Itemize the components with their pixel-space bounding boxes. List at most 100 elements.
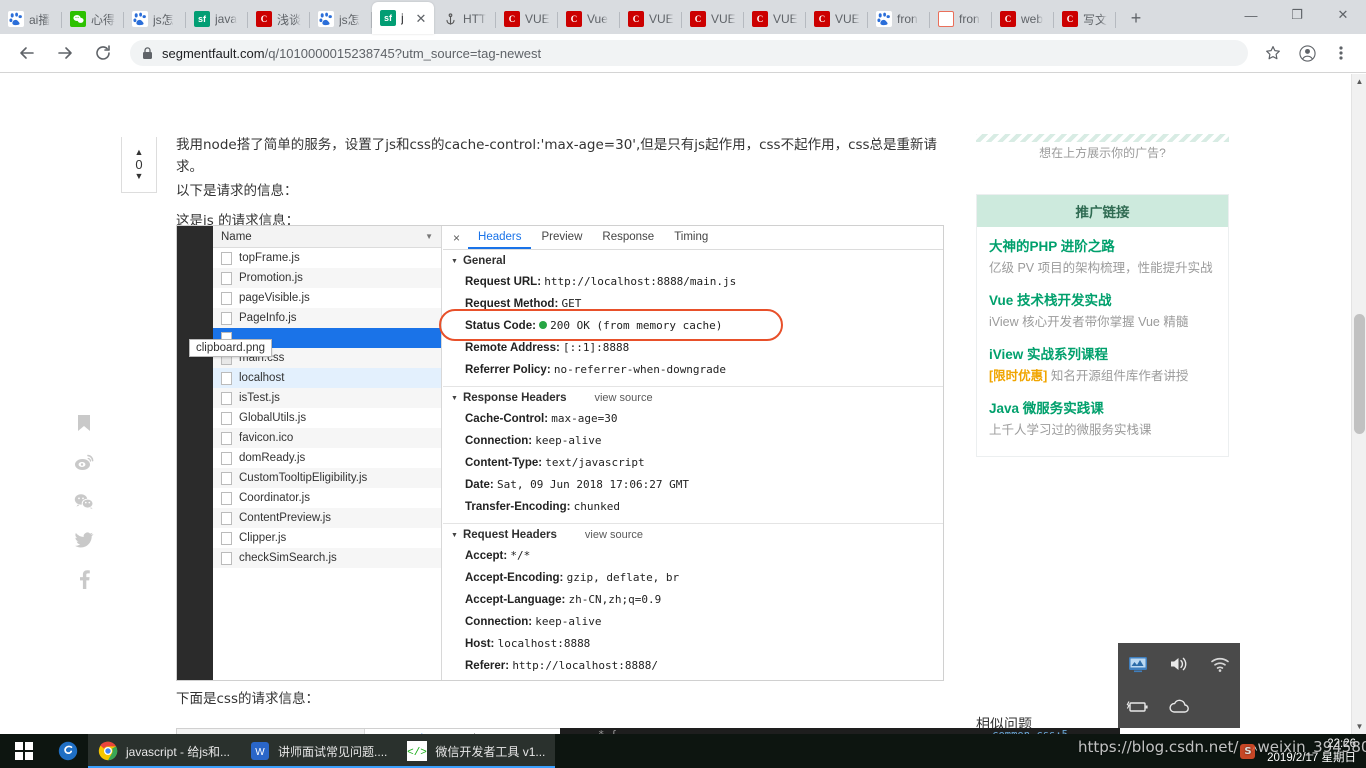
close-detail-icon[interactable]: × — [447, 226, 466, 249]
network-file-row[interactable]: checkSimSearch.js — [213, 548, 441, 568]
network-file-row[interactable]: localhost — [213, 368, 441, 388]
reload-button[interactable] — [89, 39, 117, 67]
browser-tab-label: web — [1021, 12, 1043, 26]
network-file-row[interactable]: isTest.js — [213, 388, 441, 408]
onedrive-icon[interactable] — [1168, 699, 1190, 714]
browser-tab-label: 心得 — [91, 11, 115, 28]
taskbar-item-label: 讲师面试常见问题.... — [278, 743, 387, 760]
view-source-link[interactable]: view source — [585, 529, 643, 541]
browser-tab-15[interactable]: 简fron✕ — [930, 4, 992, 34]
network-file-row[interactable]: PageInfo.js — [213, 308, 441, 328]
tab-close-icon[interactable]: ✕ — [414, 11, 428, 25]
promo-item[interactable]: Vue 技术栈开发实战iView 核心开发者带你掌握 Vue 精髓 — [989, 291, 1216, 332]
header-row: Cache-Control: max-age=30 — [443, 408, 943, 430]
maximize-button[interactable]: ❐ — [1274, 0, 1320, 30]
section-header[interactable]: ▼Response Headersview source — [443, 387, 943, 408]
network-file-name: PageInfo.js — [239, 312, 297, 324]
scrollbar-thumb[interactable] — [1354, 314, 1365, 434]
vote-down-icon[interactable]: ▼ — [135, 172, 144, 181]
start-button[interactable] — [0, 734, 48, 768]
back-button[interactable] — [13, 39, 41, 67]
browser-tab-13[interactable]: CVUE✕ — [806, 4, 868, 34]
wifi-icon[interactable] — [1210, 656, 1230, 673]
network-file-row[interactable]: Coordinator.js — [213, 488, 441, 508]
weibo-icon[interactable] — [74, 454, 94, 471]
bookmark-icon[interactable] — [77, 414, 91, 432]
name-column-header[interactable]: Name ▼ — [213, 226, 441, 248]
devtools-tab-response[interactable]: Response — [592, 226, 664, 249]
browser-tab-8[interactable]: CVUE✕ — [496, 4, 558, 34]
network-file-row[interactable]: GlobalUtils.js — [213, 408, 441, 428]
browser-tab-9[interactable]: CVue✕ — [558, 4, 620, 34]
section-header[interactable]: ▼General — [443, 250, 943, 271]
bookmark-star-icon[interactable] — [1259, 39, 1287, 67]
network-file-row[interactable]: CustomTooltipEligibility.js — [213, 468, 441, 488]
collapse-caret-icon[interactable]: ▼ — [451, 395, 458, 402]
header-row: Request URL: http://localhost:8888/main.… — [443, 271, 943, 293]
browser-tab-7[interactable]: HTT✕ — [434, 4, 496, 34]
promo-item[interactable]: iView 实战系列课程[限时优惠] 知名开源组件库作者讲授 — [989, 345, 1216, 386]
browser-tab-3[interactable]: sfjava✕ — [186, 4, 248, 34]
address-bar[interactable]: segmentfault.com/q/1010000015238745?utm_… — [130, 40, 1248, 66]
collapse-caret-icon[interactable]: ▼ — [451, 258, 458, 265]
promo-item-title[interactable]: 大神的PHP 进阶之路 — [989, 237, 1216, 257]
promo-item[interactable]: Java 微服务实践课上千人学习过的微服务实栈课 — [989, 399, 1216, 440]
section-header[interactable]: ▼Request Headersview source — [443, 524, 943, 545]
sort-caret-icon[interactable]: ▼ — [425, 232, 433, 241]
network-file-row[interactable]: ContentPreview.js — [213, 508, 441, 528]
promo-item-title[interactable]: Vue 技术栈开发实战 — [989, 291, 1216, 311]
facebook-icon[interactable] — [79, 570, 90, 589]
promo-links-card: 推广链接 大神的PHP 进阶之路亿级 PV 项目的架构梳理，性能提升实战Vue … — [976, 194, 1229, 457]
scroll-up-arrow-icon[interactable]: ▲ — [1352, 74, 1366, 89]
browser-tab-6[interactable]: sfj✕ — [372, 2, 434, 34]
menu-icon[interactable] — [1327, 39, 1355, 67]
browser-tab-0[interactable]: ai播✕ — [0, 4, 62, 34]
browser-tab-14[interactable]: fron✕ — [868, 4, 930, 34]
new-tab-button[interactable]: + — [1122, 4, 1150, 32]
forward-button[interactable] — [51, 39, 79, 67]
browser-tab-5[interactable]: js怎✕ — [310, 4, 372, 34]
devtools-tab-headers[interactable]: Headers — [468, 226, 531, 249]
browser-tab-11[interactable]: CVUE✕ — [682, 4, 744, 34]
profile-icon[interactable] — [1293, 39, 1321, 67]
devtools-tab-timing[interactable]: Timing — [664, 226, 718, 249]
vote-up-icon[interactable]: ▲ — [135, 148, 144, 157]
promo-item-title[interactable]: iView 实战系列课程 — [989, 345, 1216, 365]
browser-tab-10[interactable]: CVUE✕ — [620, 4, 682, 34]
twitter-icon[interactable] — [75, 532, 94, 548]
taskbar-item-0[interactable] — [48, 734, 88, 768]
ad-placeholder[interactable]: 想在上方展示你的广告? — [976, 134, 1229, 170]
browser-tab-16[interactable]: Cweb✕ — [992, 4, 1054, 34]
devtools-tab-preview[interactable]: Preview — [531, 226, 592, 249]
browser-tab-label: VUE — [711, 12, 736, 26]
vote-widget[interactable]: ▲ 0 ▼ — [121, 137, 157, 193]
taskbar-item-2[interactable]: W讲师面试常见问题.... — [240, 734, 397, 768]
minimize-button[interactable]: — — [1228, 0, 1274, 30]
wechat-icon[interactable] — [74, 493, 94, 510]
header-key: Date: — [465, 479, 497, 491]
network-file-row[interactable]: topFrame.js — [213, 248, 441, 268]
network-monitor-icon[interactable] — [1128, 654, 1148, 674]
browser-tab-4[interactable]: C浅谈✕ — [248, 4, 310, 34]
file-type-icon — [221, 272, 232, 285]
browser-tab-17[interactable]: C写文✕ — [1054, 4, 1116, 34]
browser-tab-1[interactable]: 心得✕ — [62, 4, 124, 34]
view-source-link[interactable]: view source — [594, 392, 652, 404]
close-window-button[interactable]: ✕ — [1320, 0, 1366, 30]
volume-icon[interactable] — [1169, 655, 1189, 673]
promo-item[interactable]: 大神的PHP 进阶之路亿级 PV 项目的架构梳理，性能提升实战 — [989, 237, 1216, 278]
collapse-caret-icon[interactable]: ▼ — [451, 532, 458, 539]
network-file-row[interactable]: favicon.ico — [213, 428, 441, 448]
battery-icon[interactable] — [1126, 699, 1150, 715]
promo-item-title[interactable]: Java 微服务实践课 — [989, 399, 1216, 419]
network-file-row[interactable]: Promotion.js — [213, 268, 441, 288]
network-file-row[interactable]: Clipper.js — [213, 528, 441, 548]
network-file-row[interactable]: pageVisible.js — [213, 288, 441, 308]
browser-tab-12[interactable]: CVUE✕ — [744, 4, 806, 34]
scroll-down-arrow-icon[interactable]: ▼ — [1352, 719, 1366, 734]
network-file-row[interactable]: domReady.js — [213, 448, 441, 468]
page-scrollbar[interactable]: ▲ ▼ — [1351, 74, 1366, 734]
taskbar-item-1[interactable]: javascript - 给js和... — [88, 734, 240, 768]
taskbar-item-3[interactable]: </>微信开发者工具 v1... — [397, 734, 555, 768]
browser-tab-2[interactable]: js怎✕ — [124, 4, 186, 34]
